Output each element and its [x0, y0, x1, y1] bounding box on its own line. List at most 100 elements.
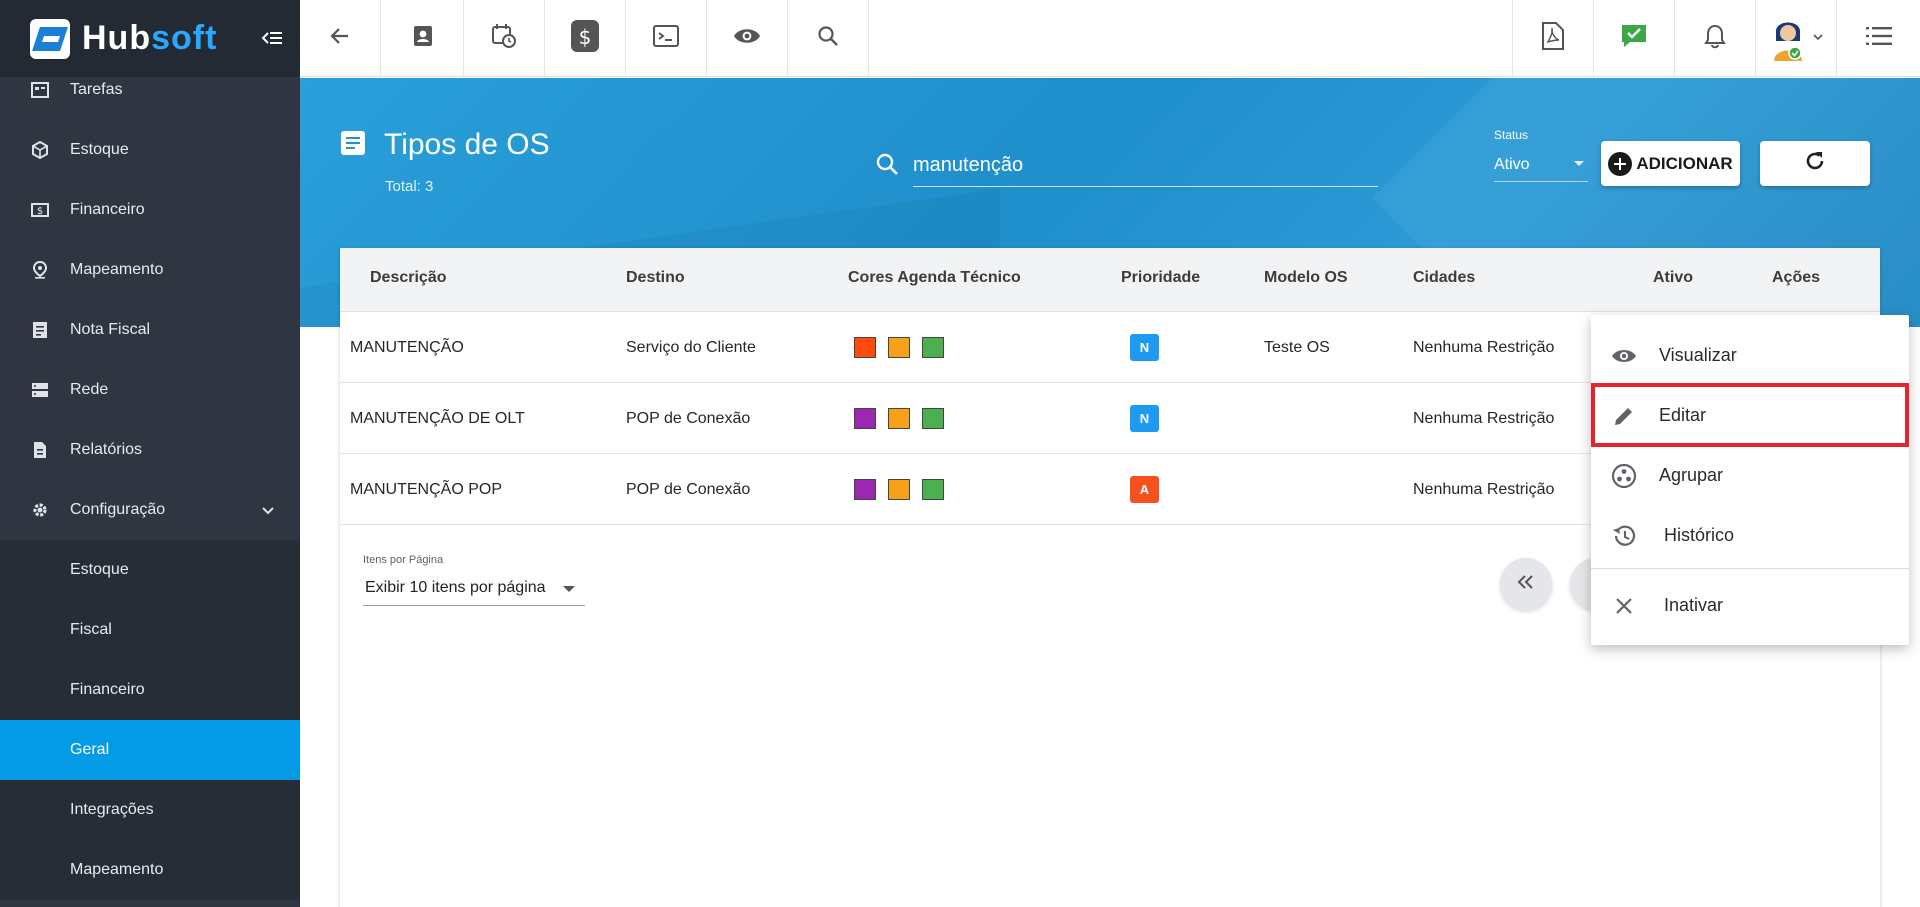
chevron-down-icon: [1812, 30, 1824, 48]
column-header[interactable]: Modelo OS: [1264, 248, 1348, 312]
box-icon: [30, 140, 50, 160]
search-input[interactable]: [913, 145, 1378, 187]
color-swatch: [888, 408, 910, 429]
gear-icon: [30, 500, 50, 520]
svg-text:$: $: [579, 25, 592, 49]
column-header[interactable]: Destino: [626, 248, 685, 312]
search-button[interactable]: [788, 0, 869, 77]
menu-item-agrupar[interactable]: Agrupar: [1591, 445, 1909, 505]
brand-part2: soft: [151, 19, 218, 57]
money-icon: $: [30, 200, 50, 220]
logo-icon: [30, 18, 70, 59]
list-icon: [1865, 26, 1892, 51]
menu-item-label: Editar: [1659, 404, 1707, 425]
sidebar-item-configuracao[interactable]: Configuração: [0, 480, 300, 540]
sidebar-item-estoque[interactable]: Estoque: [0, 120, 300, 180]
status-select[interactable]: Ativo: [1494, 148, 1588, 182]
items-per-page-select[interactable]: Exibir 10 itens por página: [363, 570, 585, 606]
sidebar-subitem-label: Fiscal: [70, 621, 112, 638]
page-title-wrap: Tipos de OS: [340, 128, 550, 162]
sidebar-item-label: Relatórios: [70, 441, 143, 458]
sidebar-item-label: Estoque: [70, 141, 129, 158]
total-count: Total: 3: [385, 178, 434, 195]
menu-item-editar[interactable]: Editar: [1591, 383, 1909, 447]
sidebar-item-label: Rede: [70, 381, 109, 398]
pdf-button[interactable]: [1512, 0, 1593, 77]
items-per-page-value: Exibir 10 itens por página: [365, 578, 546, 596]
items-per-page-label: Itens por Página: [363, 554, 444, 566]
add-button[interactable]: ADICIONAR: [1601, 141, 1740, 186]
menu-divider: [1591, 568, 1909, 569]
menu-item-historico[interactable]: Histórico: [1591, 505, 1909, 565]
sidebar-subitem-label: Mapeamento: [70, 861, 164, 878]
notifications-button[interactable]: [1674, 0, 1755, 77]
sidebar-item-mapeamento[interactable]: Mapeamento: [0, 240, 300, 300]
finance-button[interactable]: $: [545, 0, 626, 77]
column-header[interactable]: Cidades: [1413, 248, 1475, 312]
sidebar-subitem-fiscal[interactable]: Fiscal: [0, 600, 300, 660]
pdf-icon: [1541, 22, 1565, 55]
terminal-button[interactable]: [626, 0, 707, 77]
user-menu-button[interactable]: [1755, 0, 1836, 77]
sidebar-item-label: Nota Fiscal: [70, 321, 151, 338]
color-swatch: [922, 337, 944, 358]
messages-button[interactable]: [1593, 0, 1674, 77]
column-header: Ações: [1772, 269, 1821, 286]
sidebar-subitem-estoque[interactable]: Estoque: [0, 540, 300, 600]
arrow-left-icon: [328, 24, 352, 53]
first-page-button[interactable]: [1500, 558, 1552, 610]
sidebar-subitem-label: Estoque: [70, 561, 129, 578]
color-swatches: [854, 408, 944, 429]
sidebar-item-relatorios[interactable]: Relatórios: [0, 420, 300, 480]
add-button-label: ADICIONAR: [1636, 153, 1733, 173]
report-icon: [30, 440, 50, 460]
list-menu-button[interactable]: [1836, 0, 1920, 77]
sidebar-subitem-financeiro[interactable]: Financeiro: [0, 660, 300, 720]
sidebar-subitem-mapeamento[interactable]: Mapeamento: [0, 840, 300, 900]
calendar-clock-icon: [491, 23, 517, 54]
clients-button[interactable]: [383, 0, 464, 77]
sidebar-item-nota-fiscal[interactable]: Nota Fiscal: [0, 300, 300, 360]
column-header[interactable]: Prioridade: [1121, 248, 1200, 312]
group-icon: [1611, 463, 1637, 489]
sidebar-subitem-geral[interactable]: Geral: [0, 720, 300, 780]
svg-text:$: $: [37, 206, 43, 217]
sidebar-item-label: Mapeamento: [70, 261, 164, 278]
caret-down-icon: [1574, 161, 1584, 166]
cell-descricao: MANUTENÇÃO DE OLT: [350, 410, 525, 427]
sidebar-subitem-label: Financeiro: [70, 681, 145, 698]
color-swatch: [888, 479, 910, 500]
color-swatches: [854, 479, 944, 500]
cell-modelo: Teste OS: [1264, 339, 1330, 356]
sidebar-item-rede[interactable]: Rede: [0, 360, 300, 420]
column-header[interactable]: Ativo: [1653, 248, 1693, 312]
color-swatch: [922, 408, 944, 429]
view-button[interactable]: [707, 0, 788, 77]
sidebar-item-financeiro[interactable]: $ Financeiro: [0, 180, 300, 240]
chat-check-icon: [1620, 23, 1648, 54]
menu-item-visualizar[interactable]: Visualizar: [1591, 325, 1909, 385]
collapse-sidebar-icon[interactable]: [260, 26, 284, 50]
priority-badge: N: [1130, 405, 1159, 432]
menu-item-label: Inativar: [1664, 594, 1724, 615]
priority-badge: N: [1130, 334, 1159, 361]
search-icon: [874, 151, 900, 182]
logo-bar: Hubsoft: [0, 0, 300, 77]
back-button[interactable]: [300, 0, 381, 77]
column-header[interactable]: Cores Agenda Técnico: [848, 248, 1021, 312]
brand-logo[interactable]: Hubsoft: [82, 19, 217, 58]
column-header[interactable]: Descrição: [370, 248, 447, 312]
plus-circle-icon: [1608, 151, 1633, 176]
refresh-button[interactable]: [1760, 141, 1870, 186]
document-icon: [340, 130, 366, 161]
menu-item-inativar[interactable]: Inativar: [1591, 575, 1909, 635]
schedule-button[interactable]: [464, 0, 545, 77]
terminal-icon: [653, 24, 679, 53]
topbar: $: [300, 0, 1920, 77]
bell-icon: [1703, 23, 1727, 54]
sidebar-item-label: Configuração: [70, 501, 166, 518]
color-swatch: [888, 337, 910, 358]
avatar: [1768, 11, 1808, 66]
sidebar-subitem-integracoes[interactable]: Integrações: [0, 780, 300, 840]
color-swatch: [922, 479, 944, 500]
